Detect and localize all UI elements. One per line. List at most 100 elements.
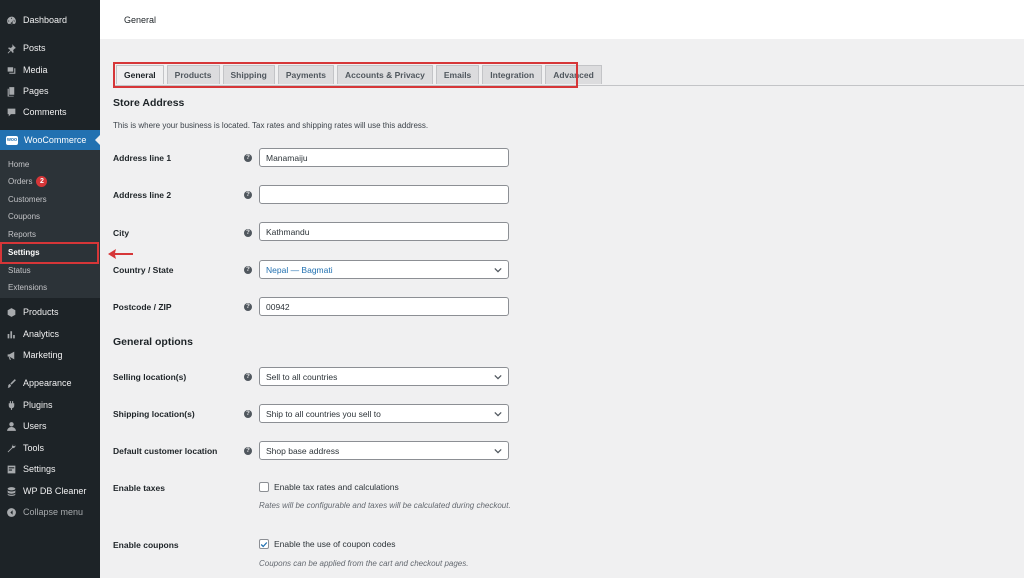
menu-media-label: Media — [23, 65, 48, 75]
help-icon[interactable]: ? — [244, 191, 252, 199]
enable-taxes-label: Enable taxes — [113, 483, 165, 493]
menu-media[interactable]: Media — [0, 60, 100, 80]
help-icon[interactable]: ? — [244, 447, 252, 455]
enable-taxes-checkbox[interactable] — [259, 482, 269, 492]
address1-input[interactable]: Manamaiju — [259, 148, 509, 167]
comments-icon — [6, 107, 17, 118]
menu-tools[interactable]: Tools — [0, 438, 100, 458]
menu-users[interactable]: Users — [0, 416, 100, 436]
page-header: General — [100, 0, 1024, 39]
analytics-icon — [6, 329, 17, 340]
enable-coupons-label: Enable coupons — [113, 540, 179, 550]
address2-input[interactable] — [259, 185, 509, 204]
submenu-extensions[interactable]: Extensions — [0, 279, 100, 296]
submenu-reports[interactable]: Reports — [0, 226, 100, 243]
settings-annotation-box — [0, 242, 99, 264]
woocommerce-icon: woo — [6, 135, 18, 145]
chevron-down-icon — [494, 374, 502, 379]
submenu-orders[interactable]: Orders 2 — [0, 173, 100, 190]
submenu-coupons[interactable]: Coupons — [0, 208, 100, 225]
selling-location-value: Sell to all countries — [266, 371, 338, 382]
submenu-home[interactable]: Home — [0, 156, 100, 173]
menu-plugins[interactable]: Plugins — [0, 395, 100, 415]
submenu-customers[interactable]: Customers — [0, 191, 100, 208]
country-state-select[interactable]: Nepal — Bagmati — [259, 260, 509, 279]
menu-dashboard-label: Dashboard — [23, 15, 68, 25]
enable-coupons-hint: Coupons can be applied from the cart and… — [259, 559, 469, 568]
chevron-down-icon — [494, 448, 502, 453]
wrench-icon — [6, 443, 17, 454]
enable-taxes-hint: Rates will be configurable and taxes wil… — [259, 501, 511, 510]
general-options-title: General options — [113, 336, 193, 348]
menu-comments[interactable]: Comments — [0, 102, 100, 122]
collapse-menu-button[interactable]: Collapse menu — [0, 502, 100, 522]
store-address-title: Store Address — [113, 97, 185, 109]
plugin-icon — [6, 400, 17, 411]
dashboard-icon — [6, 15, 17, 26]
menu-settings[interactable]: Settings — [0, 459, 100, 479]
help-icon[interactable]: ? — [244, 373, 252, 381]
menu-plugins-label: Plugins — [23, 400, 53, 410]
enable-taxes-row: Enable tax rates and calculations — [259, 482, 399, 492]
settings-icon — [6, 464, 17, 475]
megaphone-icon — [6, 350, 17, 361]
menu-wp-db-cleaner-label: WP DB Cleaner — [23, 486, 87, 496]
shipping-location-label: Shipping location(s) — [113, 409, 195, 419]
address2-label: Address line 2 — [113, 190, 172, 200]
pages-icon — [6, 86, 17, 97]
help-icon[interactable]: ? — [244, 266, 252, 274]
menu-marketing-label: Marketing — [23, 350, 63, 360]
active-menu-arrow — [95, 135, 100, 145]
postcode-input[interactable]: 00942 — [259, 297, 509, 316]
city-label: City — [113, 228, 130, 238]
postcode-label: Postcode / ZIP — [113, 302, 172, 312]
default-customer-location-value: Shop base address — [266, 445, 340, 456]
default-customer-location-label: Default customer location — [113, 446, 218, 456]
page-title: General — [124, 15, 157, 25]
menu-posts[interactable]: Posts — [0, 38, 100, 58]
default-customer-location-select[interactable]: Shop base address — [259, 441, 509, 460]
enable-coupons-checkbox-label[interactable]: Enable the use of coupon codes — [274, 539, 395, 549]
enable-taxes-checkbox-label[interactable]: Enable tax rates and calculations — [274, 482, 399, 492]
collapse-menu-label: Collapse menu — [23, 507, 84, 517]
menu-marketing[interactable]: Marketing — [0, 345, 100, 365]
selling-location-select[interactable]: Sell to all countries — [259, 367, 509, 386]
enable-coupons-row: Enable the use of coupon codes — [259, 539, 395, 549]
menu-woocommerce-label: WooCommerce — [24, 135, 87, 145]
address1-label: Address line 1 — [113, 153, 172, 163]
country-state-label: Country / State — [113, 265, 174, 275]
menu-woocommerce[interactable]: woo WooCommerce — [0, 130, 100, 150]
menu-dashboard[interactable]: Dashboard — [0, 10, 100, 30]
menu-analytics-label: Analytics — [23, 329, 60, 339]
collapse-icon — [6, 507, 17, 518]
pin-icon — [6, 43, 17, 54]
menu-pages[interactable]: Pages — [0, 81, 100, 101]
menu-appearance[interactable]: Appearance — [0, 373, 100, 393]
help-icon[interactable]: ? — [244, 410, 252, 418]
media-icon — [6, 65, 17, 76]
annotation-arrow-icon — [108, 249, 133, 259]
menu-products[interactable]: Products — [0, 302, 100, 322]
submenu-status[interactable]: Status — [0, 262, 100, 279]
shipping-location-select[interactable]: Ship to all countries you sell to — [259, 404, 509, 423]
chevron-down-icon — [494, 411, 502, 416]
country-state-value: Nepal — Bagmati — [266, 264, 333, 275]
database-icon — [6, 486, 17, 497]
enable-coupons-checkbox[interactable] — [259, 539, 269, 549]
menu-settings-label: Settings — [23, 464, 56, 474]
checkmark-icon — [260, 541, 268, 547]
help-icon[interactable]: ? — [244, 303, 252, 311]
help-icon[interactable]: ? — [244, 229, 252, 237]
menu-wp-db-cleaner[interactable]: WP DB Cleaner — [0, 481, 100, 501]
menu-posts-label: Posts — [23, 43, 46, 53]
woocommerce-submenu: Home Orders 2 Customers Coupons Reports S… — [0, 150, 100, 298]
city-input[interactable]: Kathmandu — [259, 222, 509, 241]
help-icon[interactable]: ? — [244, 154, 252, 162]
menu-tools-label: Tools — [23, 443, 45, 453]
menu-users-label: Users — [23, 421, 47, 431]
menu-products-label: Products — [23, 307, 59, 317]
products-icon — [6, 307, 17, 318]
tabs-annotation-box — [113, 62, 578, 88]
menu-analytics[interactable]: Analytics — [0, 324, 100, 344]
shipping-location-value: Ship to all countries you sell to — [266, 408, 381, 419]
